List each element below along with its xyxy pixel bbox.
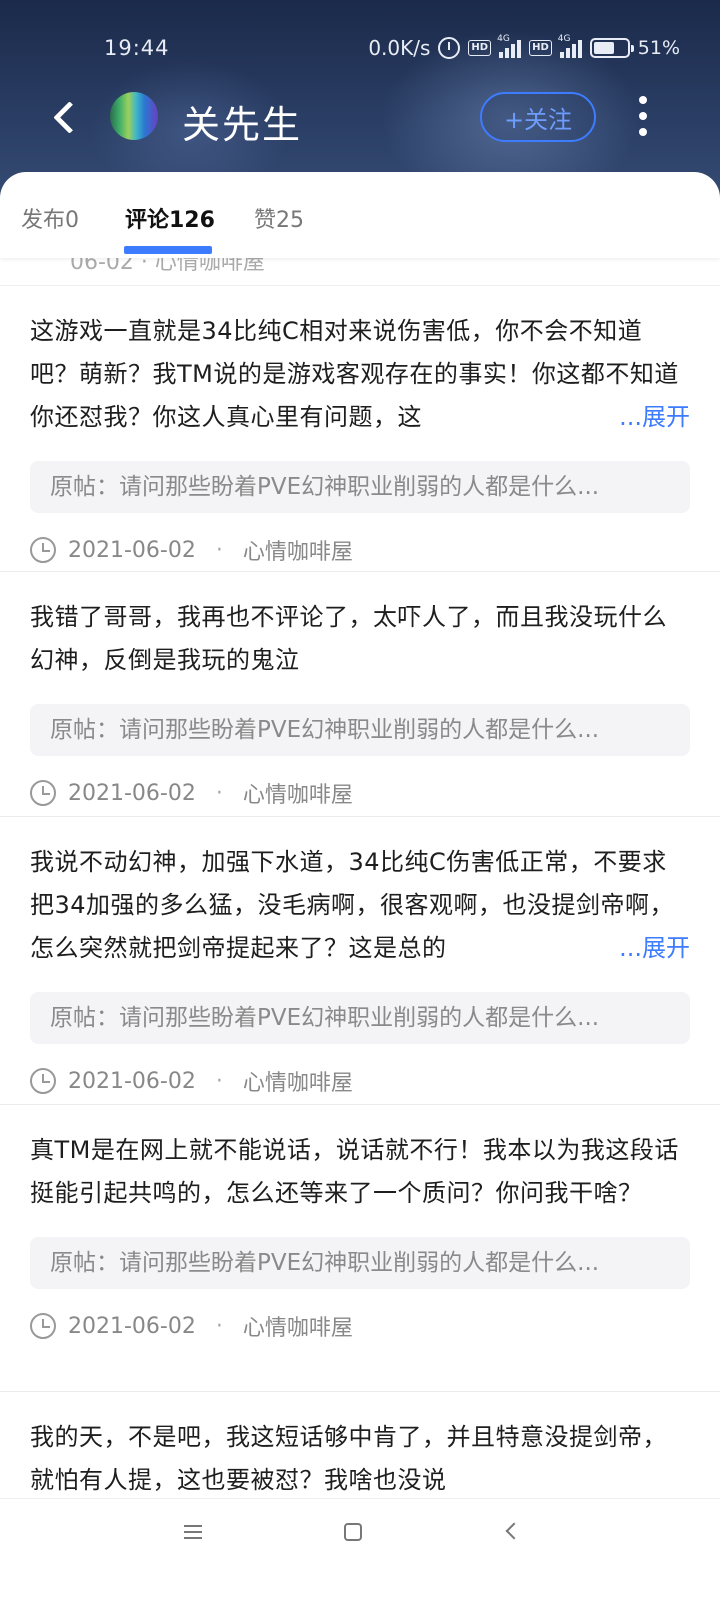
partial-comment-meta: 06-02 · 心情咖啡屋 xyxy=(0,258,720,286)
meta-separator: · xyxy=(215,1068,223,1094)
expand-link[interactable]: ...展开 xyxy=(589,927,690,970)
comment-board[interactable]: 心情咖啡屋 xyxy=(243,1310,353,1342)
partial-meta-text: 06-02 · 心情咖啡屋 xyxy=(70,258,265,275)
original-post-link[interactable]: 原帖：请问那些盼着PVE幻神职业削弱的人都是什么... xyxy=(30,704,690,756)
comment-feed[interactable]: 06-02 · 心情咖啡屋 这游戏一直就是34比纯C相对来说伤害低，你不会不知道… xyxy=(0,258,720,1498)
network-type-2: 4G xyxy=(557,34,571,44)
comment-board[interactable]: 心情咖啡屋 xyxy=(243,1065,353,1097)
meta-separator: · xyxy=(215,780,223,806)
original-post-link[interactable]: 原帖：请问那些盼着PVE幻神职业削弱的人都是什么... xyxy=(30,461,690,513)
status-bar: 19:44 0.0K/s HD 4G HD 4G 51% xyxy=(0,30,720,70)
profile-username: 关先生 xyxy=(182,103,303,147)
status-indicators: 0.0K/s HD 4G HD 4G 51% xyxy=(368,34,680,60)
status-time: 19:44 xyxy=(104,36,170,60)
network-type-1: 4G xyxy=(497,34,510,44)
hd-badge-1: HD xyxy=(468,40,492,56)
clock-icon xyxy=(30,1068,56,1094)
home-icon[interactable] xyxy=(344,1523,362,1541)
hd-badge-2: HD xyxy=(529,40,552,56)
comment-item[interactable]: 这游戏一直就是34比纯C相对来说伤害低，你不会不知道吧？萌新？我TM说的是游戏客… xyxy=(0,286,720,572)
profile-nav-row: 关先生 +关注 xyxy=(0,86,720,150)
profile-tabs: 发布0 评论126 赞25 xyxy=(0,172,720,258)
comment-board[interactable]: 心情咖啡屋 xyxy=(243,777,353,809)
comment-item[interactable]: 我说不动幻神，加强下水道，34比纯C伤害低正常，不要求把34加强的多么猛，没毛病… xyxy=(0,817,720,1105)
comment-text: 我错了哥哥，我再也不评论了，太吓人了，而且我没玩什么幻神，反倒是我玩的鬼泣 xyxy=(30,603,667,674)
tab-likes[interactable]: 赞25 xyxy=(254,202,304,234)
original-post-link[interactable]: 原帖：请问那些盼着PVE幻神职业削弱的人都是什么... xyxy=(30,992,690,1044)
signal-icon-2: 4G xyxy=(558,34,582,58)
comment-meta: 2021-06-02 · 心情咖啡屋 xyxy=(30,1289,690,1363)
comment-date: 2021-06-02 xyxy=(68,1068,196,1094)
clock-icon xyxy=(30,537,56,563)
clock-icon xyxy=(30,1313,56,1339)
tab-comments[interactable]: 评论126 xyxy=(125,202,215,234)
comment-text: 我的天，不是吧，我这短话够中肯了，并且特意没提剑帝，就怕有人提，这也要被怼？我啥… xyxy=(30,1423,667,1494)
alarm-icon xyxy=(438,37,461,59)
network-speed: 0.0K/s xyxy=(368,36,431,60)
recent-apps-icon[interactable] xyxy=(184,1525,202,1539)
system-navigation-bar xyxy=(0,1498,720,1600)
avatar[interactable] xyxy=(110,92,158,140)
battery-icon xyxy=(589,38,634,58)
meta-separator: · xyxy=(215,537,223,563)
comment-date: 2021-06-02 xyxy=(68,1313,196,1339)
more-options-icon[interactable] xyxy=(632,94,654,138)
comment-item[interactable]: 我的天，不是吧，我这短话够中肯了，并且特意没提剑帝，就怕有人提，这也要被怼？我啥… xyxy=(0,1392,720,1498)
comment-text: 真TM是在网上就不能说话，说话就不行！我本以为我这段话挺能引起共鸣的，怎么还等来… xyxy=(30,1136,679,1207)
tab-posts[interactable]: 发布0 xyxy=(21,202,79,234)
comment-item[interactable]: 真TM是在网上就不能说话，说话就不行！我本以为我这段话挺能引起共鸣的，怎么还等来… xyxy=(0,1105,720,1392)
active-tab-indicator xyxy=(124,246,212,254)
signal-icon-1: 4G xyxy=(497,34,522,58)
original-post-link[interactable]: 原帖：请问那些盼着PVE幻神职业削弱的人都是什么... xyxy=(30,1237,690,1289)
meta-separator: · xyxy=(215,1313,223,1339)
comment-board[interactable]: 心情咖啡屋 xyxy=(243,534,353,566)
comment-date: 2021-06-02 xyxy=(68,780,196,806)
clock-icon xyxy=(30,780,56,806)
comment-date: 2021-06-02 xyxy=(68,537,196,563)
follow-button[interactable]: +关注 xyxy=(480,92,596,142)
comment-item[interactable]: 我错了哥哥，我再也不评论了，太吓人了，而且我没玩什么幻神，反倒是我玩的鬼泣 原帖… xyxy=(0,572,720,817)
back-arrow-icon[interactable] xyxy=(44,96,88,140)
expand-link[interactable]: ...展开 xyxy=(589,396,690,439)
battery-level: 51% xyxy=(637,37,680,59)
system-back-icon[interactable] xyxy=(505,1522,523,1540)
